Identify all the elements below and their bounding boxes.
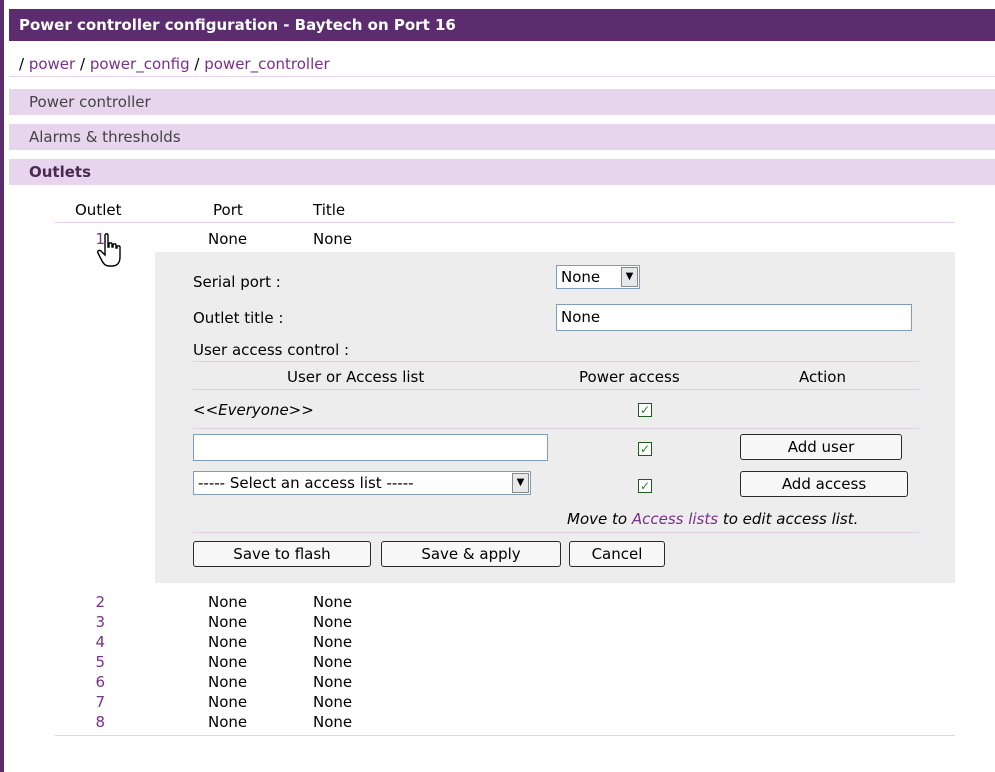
outlet-port-6: None bbox=[208, 673, 248, 691]
section-outlets[interactable]: Outlets bbox=[9, 159, 995, 185]
cancel-button[interactable]: Cancel bbox=[569, 541, 665, 567]
breadcrumb-separator: / bbox=[80, 55, 86, 73]
outlet-link-6[interactable]: 6 bbox=[87, 672, 105, 692]
outlet-port-8: None bbox=[208, 713, 248, 731]
serial-port-value: None bbox=[561, 268, 601, 286]
breadcrumb-separator: / bbox=[19, 55, 25, 73]
uac-top-divider bbox=[193, 361, 919, 362]
col-header-outlet: Outlet bbox=[75, 201, 122, 219]
uac-row-divider bbox=[193, 428, 919, 429]
hand-pointer-icon bbox=[97, 233, 121, 267]
user-power-checkbox[interactable]: ✓ bbox=[638, 442, 652, 456]
outlet-port-3: None bbox=[208, 613, 248, 631]
outlet-link-7[interactable]: 7 bbox=[87, 692, 105, 712]
outlet-title-6: None bbox=[313, 673, 353, 691]
page-title: Power controller configuration - Baytech… bbox=[9, 9, 995, 41]
everyone-power-checkbox[interactable]: ✓ bbox=[638, 403, 652, 417]
outlet-link-3[interactable]: 3 bbox=[87, 612, 105, 632]
access-power-checkbox[interactable]: ✓ bbox=[638, 479, 652, 493]
access-list-select-value: ----- Select an access list ----- bbox=[198, 474, 414, 492]
outlet-title-input[interactable]: None bbox=[556, 304, 912, 331]
uac-bottom-divider bbox=[193, 532, 919, 533]
table-header-divider bbox=[55, 222, 955, 223]
serial-port-label: Serial port : bbox=[193, 273, 281, 291]
checkmark-icon: ✓ bbox=[639, 442, 651, 456]
everyone-entry: <<Everyone>> bbox=[193, 401, 314, 419]
note-suffix: to edit access list. bbox=[722, 510, 859, 528]
uac-header-action: Action bbox=[799, 368, 846, 386]
uac-header-power: Power access bbox=[579, 368, 680, 386]
outlet-title-label: Outlet title : bbox=[193, 309, 284, 327]
outlet-link-8[interactable]: 8 bbox=[87, 712, 105, 732]
outlet-title-5: None bbox=[313, 653, 353, 671]
outlet-title-3: None bbox=[313, 613, 353, 631]
save-to-flash-button[interactable]: Save to flash bbox=[193, 541, 371, 567]
col-header-port: Port bbox=[213, 201, 243, 219]
outlet-port-5: None bbox=[208, 653, 248, 671]
access-lists-link[interactable]: Access lists bbox=[632, 510, 718, 528]
user-input[interactable] bbox=[193, 434, 548, 461]
outlet-title-8: None bbox=[313, 713, 353, 731]
outlet-link-5[interactable]: 5 bbox=[87, 652, 105, 672]
breadcrumb: / power / power_config / power_controlle… bbox=[9, 51, 330, 77]
uac-header-divider bbox=[193, 389, 919, 390]
left-accent-bar bbox=[0, 0, 4, 772]
add-user-button[interactable]: Add user bbox=[740, 434, 902, 460]
outlet-title-1: None bbox=[313, 230, 353, 248]
outlet-link-4[interactable]: 4 bbox=[87, 632, 105, 652]
breadcrumb-power-controller[interactable]: power_controller bbox=[204, 55, 329, 73]
breadcrumb-divider bbox=[9, 76, 995, 77]
access-lists-note: Move to Access lists to edit access list… bbox=[567, 509, 858, 529]
serial-port-select[interactable]: None ▼ bbox=[556, 265, 640, 289]
breadcrumb-power-config[interactable]: power_config bbox=[90, 55, 190, 73]
breadcrumb-power[interactable]: power bbox=[29, 55, 75, 73]
user-access-control-label: User access control : bbox=[193, 341, 350, 359]
outlet-port-2: None bbox=[208, 593, 248, 611]
checkmark-icon: ✓ bbox=[639, 403, 651, 417]
chevron-down-icon[interactable]: ▼ bbox=[621, 267, 638, 287]
breadcrumb-separator: / bbox=[194, 55, 200, 73]
outlet-port-7: None bbox=[208, 693, 248, 711]
note-prefix: Move to bbox=[567, 510, 628, 528]
outlet-port-4: None bbox=[208, 633, 248, 651]
outlet-link-2[interactable]: 2 bbox=[87, 592, 105, 612]
outlet-title-2: None bbox=[313, 593, 353, 611]
chevron-down-icon[interactable]: ▼ bbox=[512, 473, 529, 493]
add-access-button[interactable]: Add access bbox=[740, 471, 908, 497]
save-and-apply-button[interactable]: Save & apply bbox=[381, 541, 561, 567]
outlet-port-1: None bbox=[208, 230, 248, 248]
access-list-select[interactable]: ----- Select an access list ----- ▼ bbox=[193, 471, 531, 495]
outlet-title-7: None bbox=[313, 693, 353, 711]
checkmark-icon: ✓ bbox=[639, 479, 651, 493]
uac-header-user: User or Access list bbox=[287, 368, 425, 386]
table-bottom-divider bbox=[55, 735, 955, 736]
section-power-controller[interactable]: Power controller bbox=[9, 89, 995, 115]
section-alarms-thresholds[interactable]: Alarms & thresholds bbox=[9, 124, 995, 150]
outlet-title-4: None bbox=[313, 633, 353, 651]
col-header-title: Title bbox=[313, 201, 346, 219]
